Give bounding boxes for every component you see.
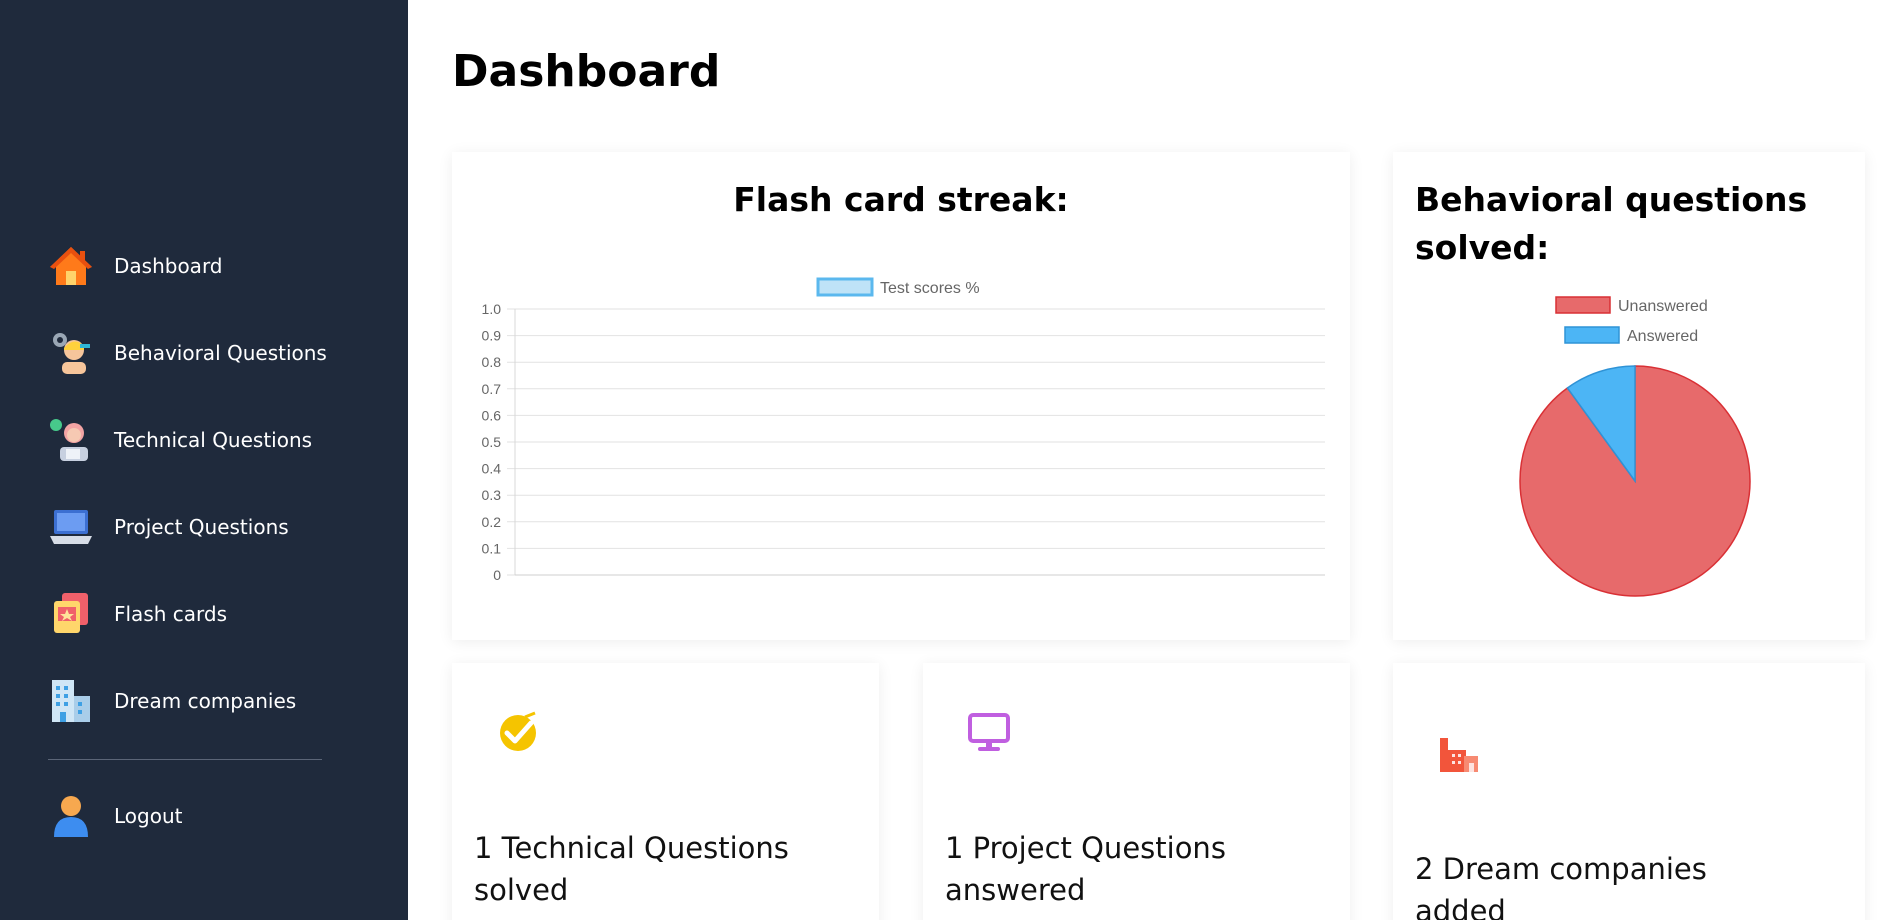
sidebar-item-label: Dashboard (114, 253, 223, 278)
sidebar-item-technical-questions[interactable]: Technical Questions (48, 396, 322, 483)
y-tick-label: 0.1 (482, 540, 502, 556)
stat-icon-box (945, 690, 1033, 778)
sidebar-item-label: Project Questions (114, 514, 289, 539)
page-title: Dashboard (452, 46, 721, 97)
main-content: Dashboard Flash card streak: Test scores… (408, 0, 1897, 920)
y-tick-label: 0.8 (482, 354, 502, 370)
sidebar: Dashboard Behavioral Questions Technical… (0, 0, 408, 920)
y-tick-label: 0.3 (482, 487, 502, 503)
stat-icon-box (1415, 711, 1503, 799)
behavioral-pie-chart: Unanswered Answered (1519, 296, 1751, 597)
dream-companies-stat-card: 2 Dream companies added (1393, 663, 1865, 920)
legend-swatch (1555, 296, 1611, 314)
behavioral-questions-card: Behavioral questions solved: Unanswered A… (1393, 152, 1865, 640)
legend-label: Answered (1627, 328, 1698, 345)
sidebar-item-label: Flash cards (114, 601, 228, 626)
stat-text: 2 Dream companies added (1415, 852, 1707, 920)
y-tick-label: 0.7 (482, 381, 502, 397)
support-agent-icon (48, 417, 94, 463)
sidebar-item-label: Dream companies (114, 688, 297, 713)
factory-icon (1436, 730, 1482, 780)
office-building-icon (48, 678, 94, 724)
stat-text: 1 Project Questions answered (945, 831, 1226, 907)
laptop-icon (48, 504, 94, 550)
y-tick-label: 0.5 (482, 434, 502, 450)
streak-chart: Test scores % 0 0.1 0.2 0.3 0.4 0.5 0.6 0.7 0.8 0.… (482, 277, 1325, 583)
sidebar-nav: Dashboard Behavioral Questions Technical… (48, 222, 327, 859)
user-icon (48, 793, 94, 839)
flash-cards-icon (48, 591, 94, 637)
logout-label: Logout (114, 803, 183, 828)
legend-swatch (816, 277, 874, 297)
sidebar-item-label: Technical Questions (114, 427, 313, 452)
legend-label: Unanswered (1618, 298, 1708, 315)
y-tick-label: 0.9 (482, 328, 502, 344)
y-tick-label: 0 (493, 567, 501, 583)
sidebar-item-dashboard[interactable]: Dashboard (48, 222, 322, 309)
sidebar-divider (48, 759, 322, 760)
stat-icon-box (474, 690, 562, 778)
y-tick-label: 0.6 (482, 407, 502, 423)
sidebar-item-label: Behavioral Questions (114, 340, 327, 365)
project-questions-stat-card: 1 Project Questions answered (923, 663, 1350, 920)
legend-label: Test scores % (880, 280, 980, 297)
sidebar-item-behavioral-questions[interactable]: Behavioral Questions (48, 309, 327, 396)
stat-text: 1 Technical Questions solved (474, 831, 789, 907)
legend-swatch (1564, 326, 1620, 344)
check-badge-icon (495, 709, 541, 759)
y-tick-label: 0.2 (482, 514, 502, 530)
technical-questions-stat-card: 1 Technical Questions solved (452, 663, 879, 920)
sidebar-item-project-questions[interactable]: Project Questions (48, 483, 322, 570)
flash-card-streak-card: Flash card streak: Test scores % 0 0.1 0.2 0… (452, 152, 1350, 640)
sidebar-item-dream-companies[interactable]: Dream companies (48, 657, 322, 744)
monitor-icon (966, 709, 1012, 759)
sidebar-item-flash-cards[interactable]: Flash cards (48, 570, 322, 657)
logout-button[interactable]: Logout (48, 772, 322, 859)
y-tick-label: 1.0 (482, 301, 502, 317)
y-tick-label: 0.4 (482, 461, 502, 477)
person-gear-icon (48, 330, 94, 376)
house-icon (48, 243, 94, 289)
